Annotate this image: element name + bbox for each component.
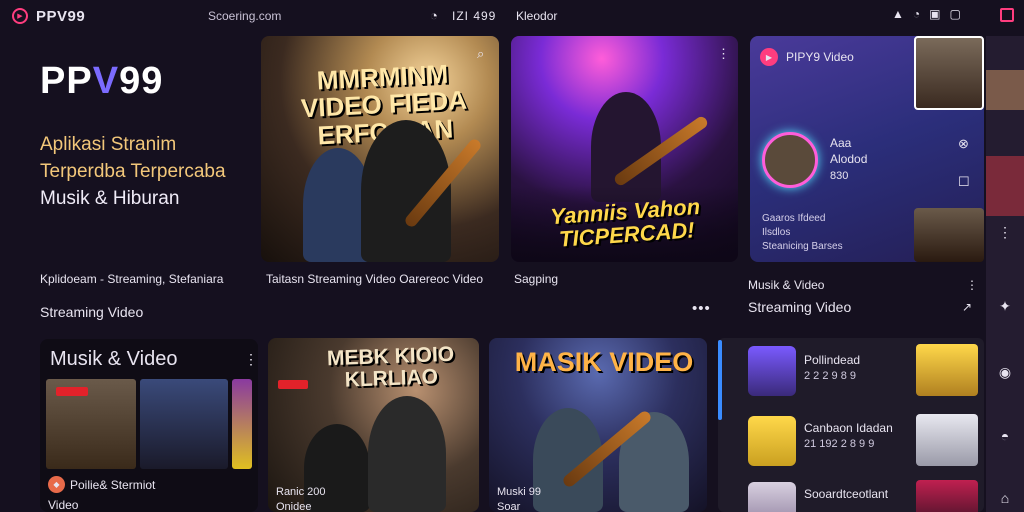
strip-thumbnail[interactable] (232, 379, 252, 469)
panel-footer-2: Video (48, 498, 79, 512)
performer-figure (368, 396, 446, 512)
wifi-icon: ◔ (912, 7, 921, 21)
profile-thumbnail-1[interactable] (914, 36, 984, 110)
bell-icon[interactable]: ◓ (986, 428, 1024, 444)
rail-thumbnail[interactable] (986, 156, 1024, 216)
clock: IZI 499 (452, 9, 497, 23)
wifi-icon: ◔ (430, 8, 438, 23)
list-item-preview[interactable] (916, 480, 978, 512)
checkbox-icon[interactable]: ☐ (958, 174, 970, 190)
status-tray: ▲ ◔ ▣ ▢ (892, 7, 961, 21)
performer-figure (304, 424, 370, 512)
window-button[interactable] (1000, 8, 1014, 22)
location-icon[interactable]: ◉ (986, 364, 1024, 381)
play-logo-icon: ▶ (12, 8, 28, 24)
top-bar: ▶ PPV99 Scoering.com ◔ IZI 499 Kleodor ▲… (0, 0, 1024, 32)
card-3-headline: MEBK KIOIO KLRLIAO (326, 342, 455, 392)
card-4-caption-1: Muski 99 (497, 486, 542, 498)
list-item-preview[interactable] (916, 414, 978, 466)
channel-icon: ◆ (48, 476, 65, 493)
signal-icon: ▲ (892, 7, 904, 21)
featured-video-card-2[interactable]: Yanniis Vahon TICPERCAD! ⋮ (511, 36, 738, 262)
profile-title: PIPY9 Video (786, 50, 854, 64)
card-3-caption-2: Onidee (276, 501, 312, 512)
panel-title: Musik & Video (50, 348, 178, 370)
list-item-thumbnail[interactable] (748, 416, 796, 466)
music-video-panel[interactable]: Musik & Video ⋮ ◆ Poilie& Stermiot Video (40, 339, 258, 512)
hero-tagline-2: Terperdba Terpercaba (40, 161, 226, 182)
profile-list-item[interactable]: Ilsdlos (762, 226, 843, 240)
caption-3: Sagping (514, 272, 559, 286)
video-card-4[interactable]: MASIK VIDEO Muski 99 Soar (489, 338, 707, 512)
profile-thumbnail-2[interactable] (914, 208, 984, 262)
list-item-subtitle: 21 192 2 8 9 9 (804, 438, 875, 450)
section-title: Streaming Video (40, 304, 144, 320)
profile-name: Aaa (830, 136, 852, 150)
list-item-title[interactable]: Pollindead (804, 353, 860, 367)
profile-list: Gaaros Ifdeed Ilsdlos Steanicing Barses (762, 212, 843, 254)
recommended-list: Pollindead 2 2 2 9 8 9 Canbaon Idadan 21… (718, 338, 984, 512)
list-item-preview[interactable] (916, 344, 978, 396)
live-badge (278, 380, 308, 389)
rail-avatar[interactable] (986, 70, 1024, 110)
expand-icon[interactable]: ↗ (962, 300, 972, 314)
card-4-caption-2: Soar (497, 501, 521, 512)
panel-footer-1: Poilie& Stermiot (70, 478, 156, 492)
strip-thumbnail[interactable] (140, 379, 228, 469)
list-item-title[interactable]: Canbaon Idadan (804, 421, 893, 435)
caption-1: Kplidoeam - Streaming, Stefaniara (40, 272, 224, 286)
search-icon[interactable]: ⌕ (477, 46, 484, 62)
more-icon[interactable]: ⋮ (986, 224, 1024, 241)
site-url[interactable]: Scoering.com (208, 9, 281, 23)
profile-subtitle: Alodod (830, 152, 868, 166)
side-section-title-2: Streaming Video (748, 299, 852, 315)
hero-logo: PPV99 (40, 60, 164, 102)
card-3-caption-1: Ranic 200 (276, 486, 326, 498)
card-2-headline: Yanniis Vahon TICPERCAD! (549, 193, 701, 252)
list-item-title[interactable]: Sooardtceotlant (804, 487, 888, 501)
profile-header: ▶ PIPY9 Video (760, 48, 854, 66)
more-icon[interactable]: ⋮ (966, 278, 978, 292)
scrollbar[interactable] (718, 340, 722, 420)
more-icon[interactable]: ⋮ (717, 46, 730, 62)
close-icon[interactable]: ⊗ (958, 136, 970, 152)
list-item-thumbnail[interactable] (748, 346, 796, 396)
battery-icon: ▣ (929, 7, 941, 21)
profile-count: 830 (830, 170, 849, 182)
avatar[interactable] (762, 132, 818, 188)
play-logo-icon: ▶ (760, 48, 778, 66)
featured-video-card-1[interactable]: MMRMINM VIDEO FIEDA ERFCGIAN ⌕ (261, 36, 499, 262)
app-title: PPV99 (36, 8, 86, 25)
card-4-headline: MASIK VIDEO (514, 347, 694, 377)
profile-panel: ▶ PIPY9 Video Aaa Alodod 830 ⊗ ☐ Gaaros … (750, 36, 984, 262)
display-icon: ▢ (949, 7, 961, 21)
hero-tagline-1: Aplikasi Stranim (40, 134, 177, 155)
star-icon[interactable]: ✦ (986, 298, 1024, 315)
caption-2: Taitasn Streaming Video Oarereoc Video (266, 272, 484, 286)
more-icon[interactable]: ⋮ (244, 351, 258, 368)
list-item-thumbnail[interactable] (748, 482, 796, 512)
hero-tagline-3: Musik & Hiburan (40, 188, 180, 209)
list-item-subtitle: 2 2 2 9 8 9 (804, 370, 856, 382)
keyboard-label[interactable]: Kleodor (516, 9, 557, 23)
video-card-3[interactable]: MEBK KIOIO KLRLIAO Ranic 200 Onidee (268, 338, 479, 512)
side-section-title-1: Musik & Video (748, 278, 825, 292)
home-icon[interactable]: ⌂ (986, 490, 1024, 506)
profile-list-item[interactable]: Gaaros Ifdeed (762, 212, 843, 226)
profile-list-item[interactable]: Steanicing Barses (762, 240, 843, 254)
more-options-icon[interactable]: ••• (692, 300, 711, 317)
live-badge (56, 387, 88, 396)
profile-actions: ⊗ ☐ (958, 136, 970, 190)
right-rail: ⋮ ✦ ◉ ◓ ⌂ (986, 36, 1024, 512)
